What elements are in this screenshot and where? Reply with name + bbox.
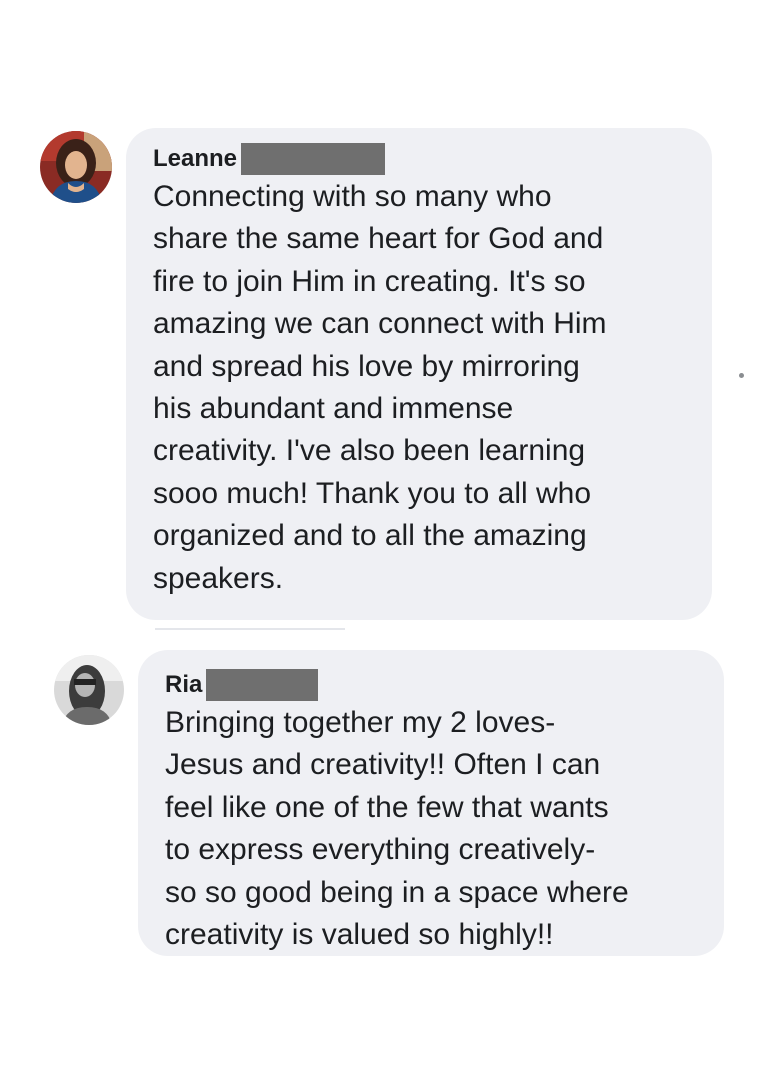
comment-text: Connecting with so many who share the sa… <box>153 180 607 595</box>
author-row: Leanne <box>153 142 712 176</box>
profile-photo-icon[interactable] <box>54 655 124 725</box>
author-row: Ria <box>165 668 724 702</box>
author-name[interactable]: Ria <box>165 668 202 702</box>
comment-bubble: Ria Bringing together my 2 loves- Jesus … <box>138 650 724 956</box>
author-name[interactable]: Leanne <box>153 142 237 176</box>
comment-text: Bringing together my 2 loves- Jesus and … <box>165 706 629 952</box>
redacted-surname <box>241 143 386 175</box>
dot-separator <box>739 373 744 378</box>
comment-bubble: Leanne Connecting with so many who share… <box>126 128 712 620</box>
redacted-surname <box>206 669 319 701</box>
divider <box>155 628 345 630</box>
profile-photo-icon[interactable] <box>40 131 112 203</box>
